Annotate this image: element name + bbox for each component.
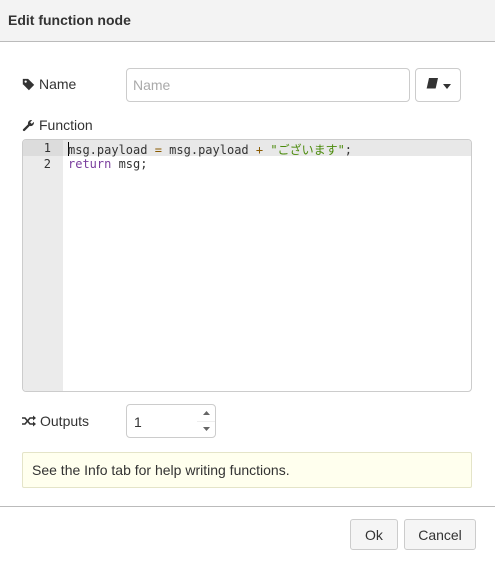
- code-keyword: return: [68, 157, 112, 171]
- help-tip: See the Info tab for help writing functi…: [22, 452, 472, 488]
- code-token: msg.payload: [68, 143, 148, 157]
- code-token: =: [147, 143, 170, 157]
- library-button[interactable]: [415, 68, 461, 102]
- increment-button[interactable]: [197, 405, 215, 422]
- cancel-button[interactable]: Cancel: [404, 519, 476, 550]
- code-token: ;: [344, 143, 353, 157]
- wrench-icon: [22, 119, 35, 132]
- tag-icon: [22, 78, 35, 91]
- caret-down-icon: [202, 427, 210, 431]
- code-editor[interactable]: 1 2 msg.payload = msg.payload + "ございます";…: [22, 139, 472, 392]
- caret-down-icon: [442, 76, 451, 94]
- code-line: msg.payload = msg.payload + "ございます";: [68, 141, 352, 158]
- outputs-spinner[interactable]: 1: [126, 404, 216, 438]
- line-number: 2: [43, 157, 51, 171]
- code-line: return msg;: [68, 157, 147, 171]
- outputs-label-text: Outputs: [40, 413, 90, 429]
- help-tip-text: See the Info tab for help writing functi…: [32, 462, 290, 478]
- function-label: Function: [22, 117, 93, 133]
- line-number-gutter: 1 2: [23, 140, 63, 391]
- shuffle-icon: [22, 415, 36, 427]
- code-string: "ございます": [270, 143, 345, 157]
- code-token: +: [248, 143, 271, 157]
- dialog-title: Edit function node: [8, 12, 131, 28]
- name-label: Name: [22, 76, 76, 92]
- dialog-footer: Ok Cancel: [0, 506, 495, 565]
- line-number: 1: [43, 141, 51, 155]
- outputs-value[interactable]: 1: [134, 414, 142, 430]
- decrement-button[interactable]: [197, 421, 215, 437]
- code-token: msg;: [111, 157, 148, 171]
- function-label-text: Function: [39, 117, 93, 133]
- name-input[interactable]: [126, 68, 410, 102]
- code-token: msg.payload: [169, 143, 249, 157]
- caret-up-icon: [202, 411, 210, 415]
- dialog-header: Edit function node: [0, 0, 495, 42]
- ok-button[interactable]: Ok: [350, 519, 398, 550]
- name-label-text: Name: [39, 76, 77, 92]
- outputs-label: Outputs: [22, 413, 89, 429]
- book-icon: [426, 76, 439, 94]
